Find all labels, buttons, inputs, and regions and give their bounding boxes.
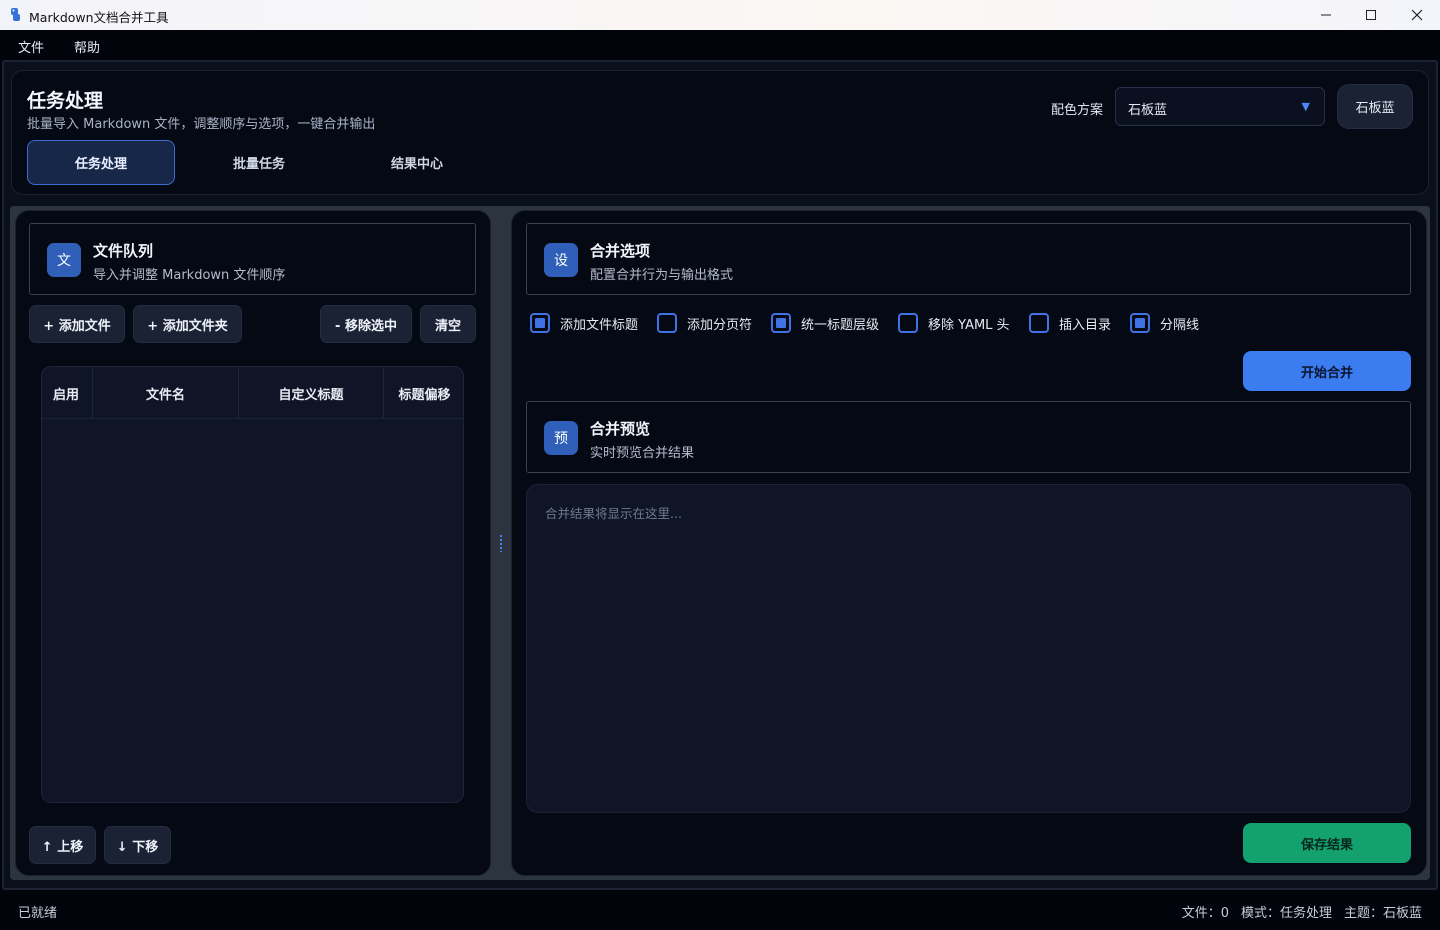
dropdown-arrow-icon: ▼ bbox=[1301, 100, 1310, 113]
checkbox-remove-yaml[interactable]: 移除 YAML 头 bbox=[898, 313, 1010, 333]
theme-select-value: 石板蓝 bbox=[1128, 103, 1168, 118]
checkbox-box[interactable] bbox=[898, 313, 918, 333]
status-ready: 已就绪 bbox=[18, 906, 58, 921]
merge-options-subtitle: 配置合并行为与输出格式 bbox=[590, 268, 734, 283]
preview-placeholder: 合并结果将显示在这里... bbox=[545, 506, 682, 521]
column-filename[interactable]: 文件名 bbox=[93, 367, 239, 419]
merge-options-header bbox=[526, 223, 1411, 295]
checkbox-add-file-title[interactable]: 添加文件标题 bbox=[530, 313, 638, 333]
window-title: Markdown文档合并工具 bbox=[29, 10, 169, 25]
file-queue-subtitle: 导入并调整 Markdown 文件顺序 bbox=[93, 268, 286, 283]
status-mode: 模式：任务处理 bbox=[1240, 906, 1332, 921]
minimize-button[interactable] bbox=[1303, 0, 1349, 30]
merge-preview-header bbox=[526, 401, 1411, 473]
checkbox-label: 添加文件标题 bbox=[560, 317, 639, 333]
checkbox-label: 添加分页符 bbox=[687, 317, 753, 333]
menu-help[interactable]: 帮助 bbox=[74, 37, 100, 56]
theme-label: 配色方案 bbox=[1051, 103, 1104, 118]
checkbox-label: 移除 YAML 头 bbox=[928, 317, 1010, 333]
start-merge-button[interactable]: 开始合并 bbox=[1243, 351, 1411, 391]
python-app-icon bbox=[11, 8, 20, 21]
checkbox-box[interactable] bbox=[1029, 313, 1049, 333]
menu-file[interactable]: 文件 bbox=[18, 37, 44, 56]
checkbox-label: 分隔线 bbox=[1160, 317, 1200, 333]
column-heading-offset[interactable]: 标题偏移 bbox=[384, 367, 463, 419]
status-bar: 已就绪 文件：0 模式：任务处理 主题：石板蓝 bbox=[0, 890, 1440, 930]
preview-textarea[interactable]: 合并结果将显示在这里... bbox=[526, 484, 1411, 813]
merge-preview-subtitle: 实时预览合并结果 bbox=[590, 446, 695, 461]
page-title: 任务处理 bbox=[27, 90, 104, 112]
page-subtitle: 批量导入 Markdown 文件，调整顺序与选项，一键合并输出 bbox=[27, 117, 376, 132]
merge-options-icon: 设 bbox=[544, 243, 578, 277]
status-theme: 主题：石板蓝 bbox=[1343, 906, 1422, 921]
tab-task-processing[interactable]: 任务处理 bbox=[27, 140, 175, 185]
status-info: 文件：0 模式：任务处理 主题：石板蓝 bbox=[1182, 902, 1422, 921]
file-queue-icon: 文 bbox=[47, 243, 81, 277]
save-result-button[interactable]: 保存结果 bbox=[1243, 823, 1411, 863]
checkbox-label: 插入目录 bbox=[1059, 317, 1112, 333]
merge-preview-title: 合并预览 bbox=[590, 420, 651, 438]
remove-selected-button[interactable]: - 移除选中 bbox=[320, 305, 412, 343]
theme-select[interactable]: 石板蓝 ▼ bbox=[1115, 87, 1325, 126]
menu-bar: 文件 帮助 bbox=[0, 30, 1440, 60]
move-down-button[interactable]: ↓ 下移 bbox=[104, 826, 171, 864]
close-icon bbox=[1411, 9, 1423, 21]
checkbox-label: 统一标题层级 bbox=[801, 317, 880, 333]
clear-button[interactable]: 清空 bbox=[420, 305, 476, 343]
column-custom-title[interactable]: 自定义标题 bbox=[239, 367, 384, 419]
close-button[interactable] bbox=[1394, 0, 1440, 30]
tab-batch-tasks[interactable]: 批量任务 bbox=[185, 140, 333, 185]
maximize-button[interactable] bbox=[1348, 0, 1394, 30]
maximize-icon bbox=[1366, 10, 1376, 20]
status-file-count: 文件：0 bbox=[1181, 906, 1229, 921]
move-up-button[interactable]: ↑ 上移 bbox=[29, 826, 96, 864]
checkbox-unify-heading-level[interactable]: 统一标题层级 bbox=[771, 313, 879, 333]
add-folder-button[interactable]: + 添加文件夹 bbox=[133, 305, 242, 343]
checkbox-box[interactable] bbox=[1130, 313, 1150, 333]
theme-apply-button[interactable]: 石板蓝 bbox=[1337, 84, 1413, 129]
title-bar: Markdown文档合并工具 bbox=[0, 0, 1440, 30]
minimize-icon bbox=[1321, 14, 1331, 16]
column-enabled[interactable]: 启用 bbox=[42, 367, 93, 419]
checkbox-box[interactable] bbox=[530, 313, 550, 333]
checkbox-add-page-break[interactable]: 添加分页符 bbox=[657, 313, 752, 333]
checkbox-box[interactable] bbox=[657, 313, 677, 333]
table-header: 启用 文件名 自定义标题 标题偏移 bbox=[42, 367, 463, 419]
file-queue-title: 文件队列 bbox=[93, 242, 154, 260]
file-table[interactable]: 启用 文件名 自定义标题 标题偏移 bbox=[41, 366, 464, 803]
tab-result-center[interactable]: 结果中心 bbox=[343, 140, 491, 185]
merge-preview-icon: 预 bbox=[544, 421, 578, 455]
splitter-handle[interactable] bbox=[499, 534, 503, 552]
checkbox-separator[interactable]: 分隔线 bbox=[1130, 313, 1199, 333]
checkbox-box[interactable] bbox=[771, 313, 791, 333]
add-file-button[interactable]: + 添加文件 bbox=[29, 305, 125, 343]
checkbox-insert-toc[interactable]: 插入目录 bbox=[1029, 313, 1111, 333]
merge-options-title: 合并选项 bbox=[590, 242, 651, 260]
